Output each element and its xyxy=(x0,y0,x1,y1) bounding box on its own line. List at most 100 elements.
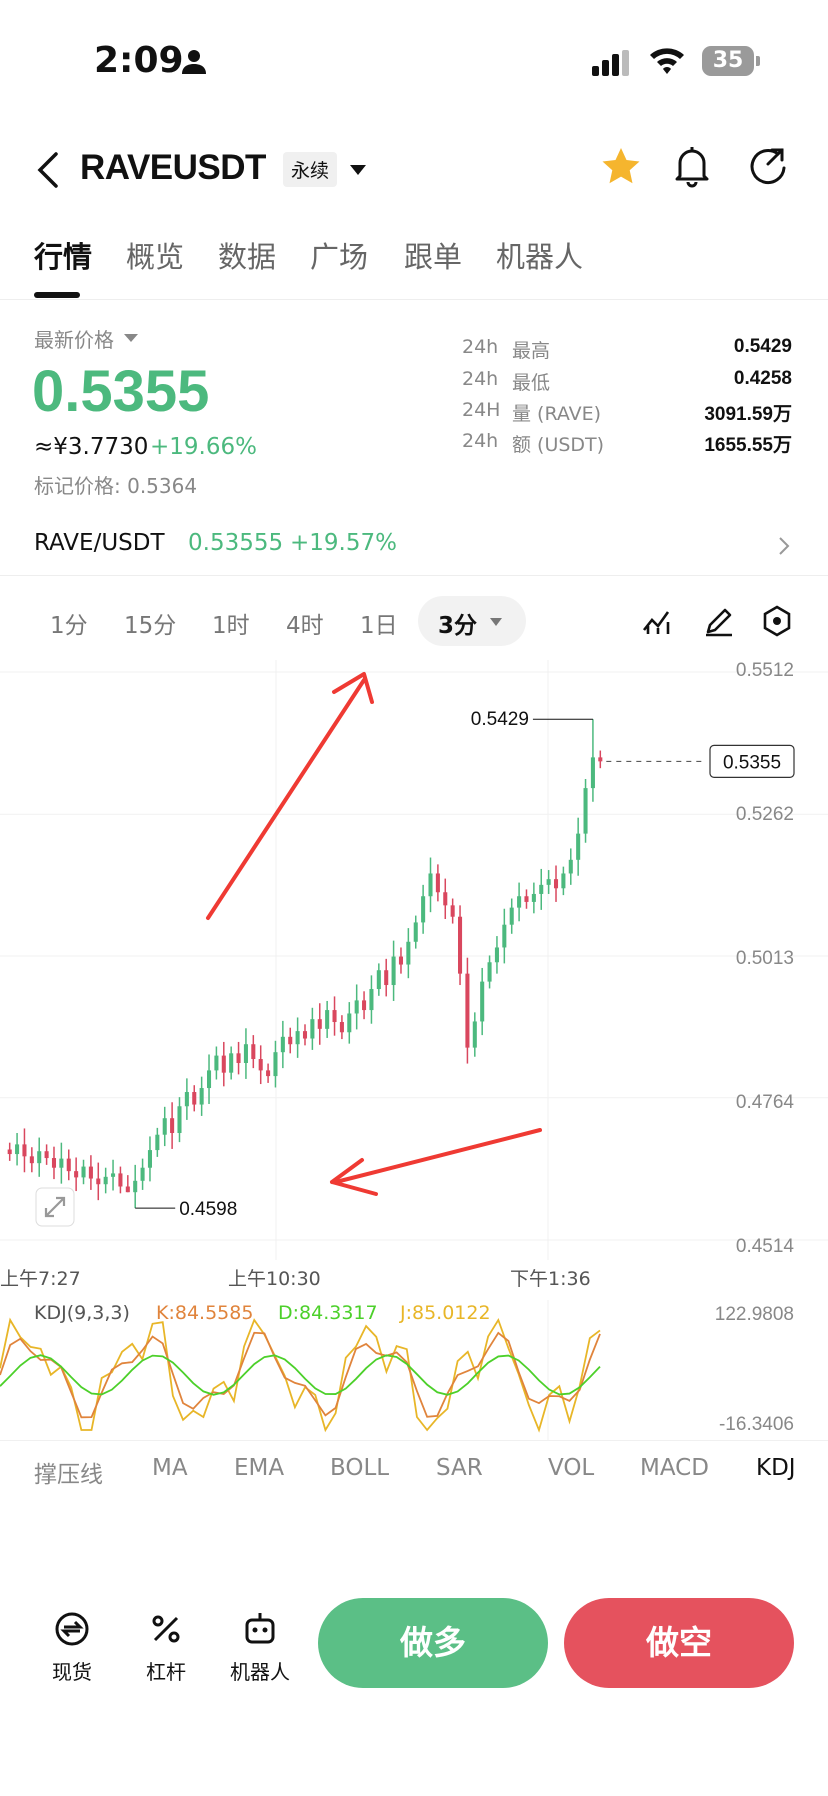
bell-icon[interactable] xyxy=(672,144,712,188)
candle-body xyxy=(236,1053,241,1063)
candle-body xyxy=(44,1151,49,1159)
candle-body xyxy=(568,859,573,874)
candle-body xyxy=(391,956,396,986)
candle-body xyxy=(214,1055,219,1071)
candlestick-chart[interactable]: 0.5429 0.4598 0.5355 xyxy=(0,660,828,1260)
candle-body xyxy=(539,884,544,894)
tab-copy-trade[interactable]: 跟单 xyxy=(404,234,462,276)
stat-name: 最低 xyxy=(512,372,551,394)
indicator-ema[interactable]: EMA xyxy=(234,1455,284,1481)
tab-square[interactable]: 广场 xyxy=(310,234,368,276)
candle-body xyxy=(450,905,455,917)
y-axis-label: 0.5512 xyxy=(735,660,794,681)
candle-body xyxy=(96,1178,101,1185)
interval-1m[interactable]: 1分 xyxy=(50,606,88,640)
change-percent: +19.66% xyxy=(150,434,257,460)
candle-body xyxy=(480,981,485,1022)
kdj-d-line xyxy=(0,1354,601,1396)
pencil-icon[interactable] xyxy=(702,604,736,638)
tab-overview[interactable]: 概览 xyxy=(126,234,184,276)
bot-button[interactable]: 机器人 xyxy=(220,1610,300,1685)
tab-bot[interactable]: 机器人 xyxy=(496,234,583,276)
candle-body xyxy=(546,879,551,885)
person-icon xyxy=(182,50,206,74)
indicator-support[interactable]: 撑压线 xyxy=(34,1455,103,1489)
price-label[interactable]: 最新价格 xyxy=(34,324,114,353)
candle-body xyxy=(125,1186,130,1193)
y-axis-label: 0.5262 xyxy=(735,804,794,825)
candle-body xyxy=(583,788,588,834)
status-time: 2:09 xyxy=(94,40,184,81)
chevron-down-icon[interactable] xyxy=(350,165,366,175)
stat-period: 24h xyxy=(462,336,499,358)
chevron-right-icon xyxy=(779,537,790,555)
settings-hexagon-icon[interactable] xyxy=(760,604,794,638)
short-button[interactable]: 做空 xyxy=(564,1598,794,1688)
indicator-vol[interactable]: VOL xyxy=(548,1455,594,1481)
candle-body xyxy=(384,970,389,986)
candle-body xyxy=(376,970,381,990)
battery-icon: 35 xyxy=(702,46,760,76)
interval-15m[interactable]: 15分 xyxy=(124,606,176,640)
interval-1h[interactable]: 1时 xyxy=(212,606,250,640)
candle-body xyxy=(517,896,522,908)
tab-data[interactable]: 数据 xyxy=(218,234,276,276)
interval-4h[interactable]: 4时 xyxy=(286,606,324,640)
page-header: RAVEUSDT 永续 xyxy=(0,140,828,200)
candle-body xyxy=(251,1044,256,1060)
chevron-down-icon[interactable] xyxy=(124,334,138,342)
candle-body xyxy=(66,1158,71,1172)
indicator-boll[interactable]: BOLL xyxy=(330,1455,389,1481)
chevron-down-icon[interactable] xyxy=(490,618,502,626)
tab-market[interactable]: 行情 xyxy=(34,234,92,276)
indicator-sar[interactable]: SAR xyxy=(436,1455,483,1481)
spot-button[interactable]: 现货 xyxy=(32,1610,112,1685)
back-icon[interactable] xyxy=(34,150,62,190)
interval-bar: 1分 15分 1时 4时 1日 3分 xyxy=(0,596,828,646)
candle-body xyxy=(140,1167,145,1181)
candle-body xyxy=(266,1070,271,1077)
candle-body xyxy=(7,1149,12,1155)
candle-body xyxy=(103,1176,108,1185)
candle-body xyxy=(199,1088,204,1105)
spot-pair: RAVE/USDT xyxy=(34,530,165,556)
candle-body xyxy=(325,1010,330,1029)
candle-body xyxy=(310,1019,315,1039)
interval-1d[interactable]: 1日 xyxy=(360,606,398,640)
stat-value: 3091.59万 xyxy=(704,404,792,425)
kdj-chart[interactable] xyxy=(0,1300,828,1440)
candle-body xyxy=(435,873,440,893)
candle-body xyxy=(37,1151,42,1164)
kdj-k-line xyxy=(0,1331,601,1419)
leverage-button[interactable]: 杠杆 xyxy=(126,1610,206,1685)
stat-row: 24h 额 (USDT) 1655.55万 xyxy=(462,430,792,460)
candle-body xyxy=(229,1053,234,1073)
page-title[interactable]: RAVEUSDT xyxy=(80,148,266,188)
star-icon[interactable] xyxy=(600,145,642,187)
candle-body xyxy=(472,1021,477,1048)
candle-body xyxy=(258,1059,263,1071)
share-icon[interactable] xyxy=(748,146,788,186)
indicator-macd[interactable]: MACD xyxy=(640,1455,709,1481)
main-tabs: 行情 概览 数据 广场 跟单 机器人 xyxy=(0,230,828,300)
candle-body xyxy=(509,907,514,925)
indicator-icon[interactable] xyxy=(640,604,674,638)
indicator-ma[interactable]: MA xyxy=(152,1455,188,1481)
candle-body xyxy=(413,922,418,942)
interval-3m[interactable]: 3分 xyxy=(438,606,477,640)
wifi-icon xyxy=(650,48,684,74)
expand-icon[interactable] xyxy=(35,1187,75,1227)
kdj-j-line xyxy=(0,1317,601,1433)
candle-body xyxy=(288,1036,293,1045)
candle-body xyxy=(531,893,536,902)
high-marker-label: 0.5429 xyxy=(471,709,529,730)
spot-change: +19.57% xyxy=(290,530,397,556)
spot-market-row[interactable]: RAVE/USDT 0.53555 +19.57% xyxy=(0,526,828,576)
candle-body xyxy=(243,1044,248,1063)
indicator-kdj[interactable]: KDJ xyxy=(756,1455,796,1481)
long-button[interactable]: 做多 xyxy=(318,1598,548,1688)
contract-type-badge[interactable]: 永续 xyxy=(283,152,338,187)
candle-body xyxy=(184,1092,189,1107)
candle-body xyxy=(273,1052,278,1077)
candle-body xyxy=(192,1092,197,1105)
